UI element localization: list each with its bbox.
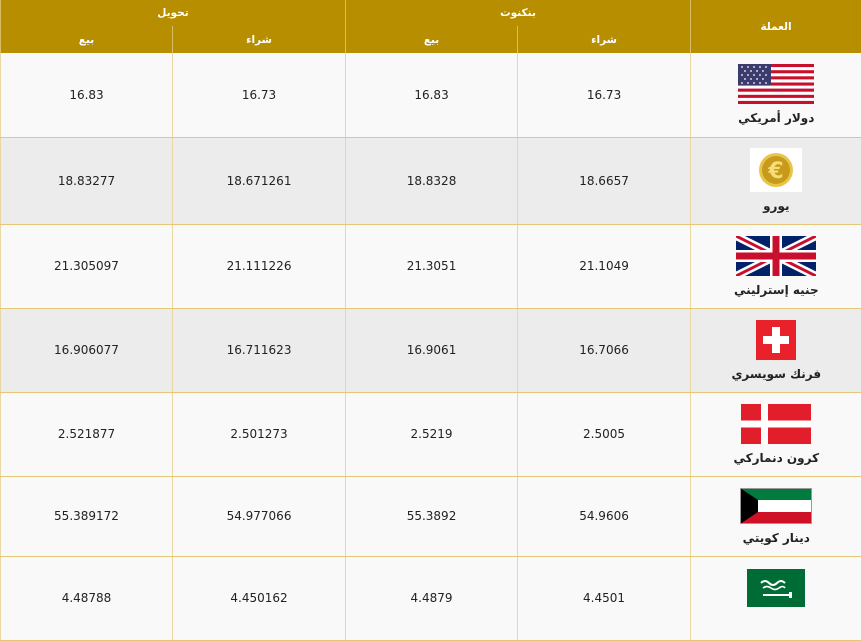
banknote-sell-cell: 21.3051 (346, 224, 518, 308)
currency-cell: دولار أمريكي (691, 53, 861, 137)
banknote-buy-cell: 4.4501 (518, 556, 691, 640)
transfer-sell-cell: 16.906077 (1, 308, 173, 392)
svg-text:€: € (768, 159, 784, 184)
currency-name: فرنك سويسري (692, 367, 861, 381)
currency-name: جنيه إسترليني (692, 283, 861, 297)
uk-flag-icon (736, 236, 816, 276)
table-row: جنيه إسترليني 21.1049 21.3051 21.111226 … (1, 224, 861, 308)
transfer-buy-header: شراء (173, 26, 346, 53)
us-flag-icon (738, 64, 814, 104)
transfer-buy-cell: 2.501273 (173, 392, 346, 476)
transfer-header: تحويل (1, 0, 346, 26)
banknote-buy-cell: 54.9606 (518, 476, 691, 556)
banknote-sell-cell: 16.9061 (346, 308, 518, 392)
banknote-sell-header: بيع (346, 26, 518, 53)
table-row: دينار كويتي 54.9606 55.3892 54.977066 55… (1, 476, 861, 556)
banknote-sell-cell: 18.8328 (346, 137, 518, 224)
currency-name: دولار أمريكي (692, 111, 861, 125)
currency-cell: دينار كويتي (691, 476, 861, 556)
currency-cell: جنيه إسترليني (691, 224, 861, 308)
currency-cell: كرون دنماركي (691, 392, 861, 476)
transfer-sell-cell: 2.521877 (1, 392, 173, 476)
banknote-sell-cell: 16.83 (346, 53, 518, 137)
table-row: دولار أمريكي 16.73 16.83 16.73 16.83 (1, 53, 861, 137)
banknote-sell-cell: 55.3892 (346, 476, 518, 556)
banknote-header: بنكنوت (346, 0, 691, 26)
table-row: فرنك سويسري 16.7066 16.9061 16.711623 16… (1, 308, 861, 392)
banknote-buy-cell: 16.73 (518, 53, 691, 137)
table-row: 4.4501 4.4879 4.450162 4.48788 (1, 556, 861, 640)
exchange-rates-table: العملة بنكنوت تحويل شراء بيع شراء بيع (0, 0, 861, 641)
transfer-sell-cell: 21.305097 (1, 224, 173, 308)
table-row: € يورو 18.6657 18.8328 18.671261 18.8327… (1, 137, 861, 224)
swiss-flag-icon (756, 320, 796, 360)
banknote-sell-cell: 4.4879 (346, 556, 518, 640)
banknote-buy-cell: 16.7066 (518, 308, 691, 392)
currency-header: العملة (691, 0, 861, 53)
transfer-buy-cell: 16.711623 (173, 308, 346, 392)
currency-cell: € يورو (691, 137, 861, 224)
euro-icon: € (750, 148, 802, 192)
banknote-buy-cell: 18.6657 (518, 137, 691, 224)
currency-cell: فرنك سويسري (691, 308, 861, 392)
transfer-sell-header: بيع (1, 26, 173, 53)
transfer-sell-cell: 16.83 (1, 53, 173, 137)
transfer-buy-cell: 21.111226 (173, 224, 346, 308)
saudi-flag-icon (747, 569, 805, 607)
currency-name: كرون دنماركي (692, 451, 861, 465)
transfer-buy-cell: 4.450162 (173, 556, 346, 640)
banknote-buy-cell: 21.1049 (518, 224, 691, 308)
currency-name: دينار كويتي (692, 531, 861, 545)
transfer-sell-cell: 4.48788 (1, 556, 173, 640)
transfer-buy-cell: 16.73 (173, 53, 346, 137)
denmark-flag-icon (741, 404, 811, 444)
transfer-buy-cell: 18.671261 (173, 137, 346, 224)
transfer-sell-cell: 55.389172 (1, 476, 173, 556)
table-row: كرون دنماركي 2.5005 2.5219 2.501273 2.52… (1, 392, 861, 476)
banknote-buy-cell: 2.5005 (518, 392, 691, 476)
kuwait-flag-icon (740, 488, 812, 524)
currency-cell (691, 556, 861, 640)
banknote-sell-cell: 2.5219 (346, 392, 518, 476)
transfer-buy-cell: 54.977066 (173, 476, 346, 556)
transfer-sell-cell: 18.83277 (1, 137, 173, 224)
banknote-buy-header: شراء (518, 26, 691, 53)
currency-name: يورو (692, 199, 861, 213)
